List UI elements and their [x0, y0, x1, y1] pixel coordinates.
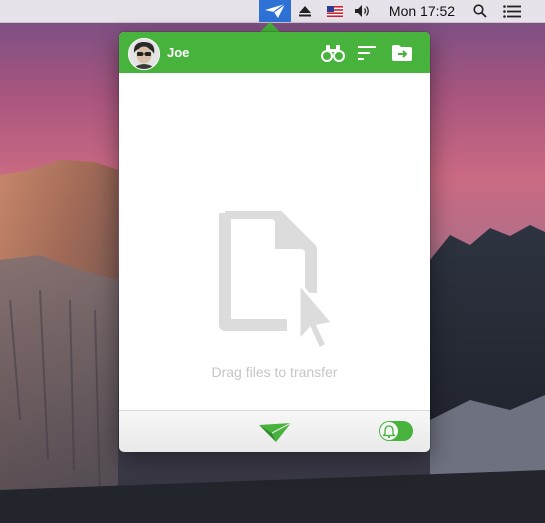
drop-zone[interactable]: Drag files to transfer — [119, 73, 430, 410]
popover-footer — [119, 410, 430, 452]
user-name: Joe — [167, 45, 190, 60]
search-icon[interactable] — [470, 0, 490, 22]
bell-icon — [380, 422, 398, 440]
folder-icon[interactable] — [389, 41, 415, 65]
binoculars-icon[interactable] — [320, 41, 346, 65]
clock[interactable]: Mon 17:52 — [384, 0, 460, 22]
list-icon[interactable] — [500, 0, 524, 22]
eject-icon[interactable] — [297, 0, 313, 22]
drop-zone-text: Drag files to transfer — [211, 364, 338, 380]
user-avatar[interactable] — [128, 38, 160, 70]
popover-header: Joe — [119, 32, 430, 73]
notifications-toggle[interactable] — [379, 421, 413, 441]
file-drag-icon — [215, 207, 337, 356]
us-flag-icon[interactable] — [325, 0, 345, 22]
sort-icon[interactable] — [354, 41, 380, 65]
menu-bar: Mon 17:52 — [0, 0, 545, 23]
paper-plane-icon[interactable] — [258, 421, 292, 443]
paper-plane-icon[interactable] — [259, 0, 291, 22]
popover-arrow — [260, 22, 280, 32]
transfer-popover: Joe Drag files to transfer — [119, 32, 430, 452]
volume-icon[interactable] — [352, 0, 374, 22]
